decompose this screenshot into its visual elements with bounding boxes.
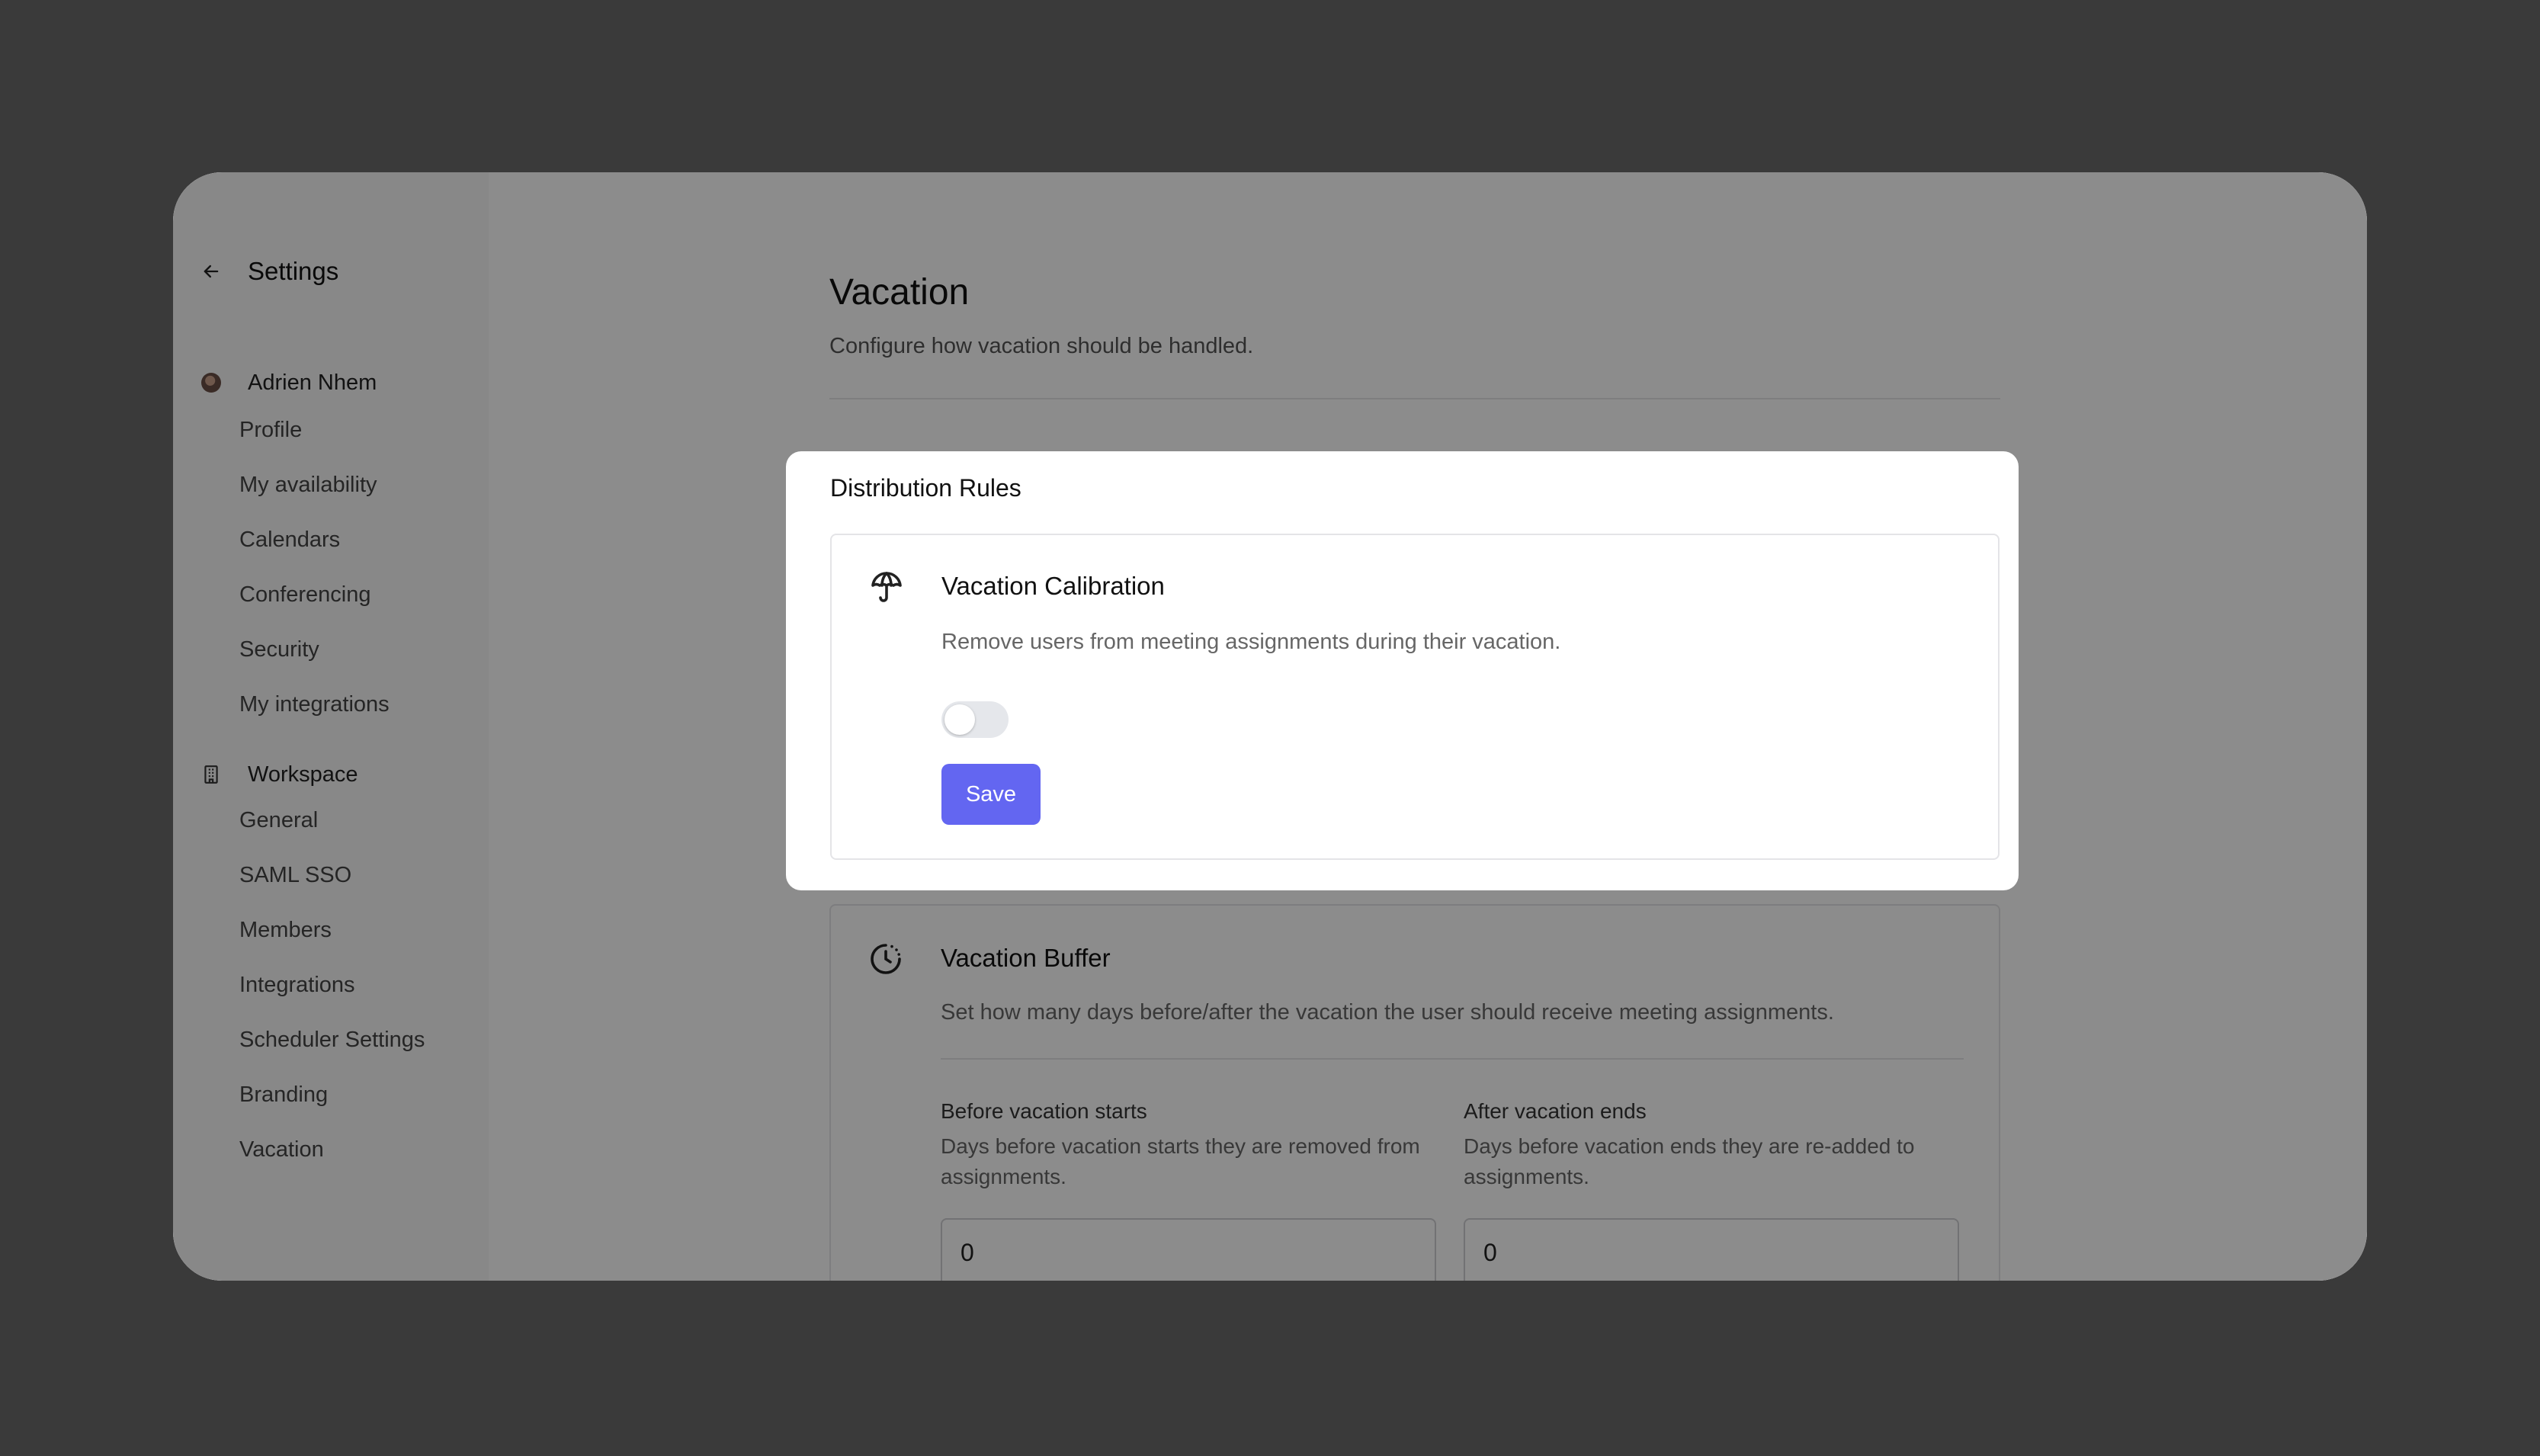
save-button[interactable]: Save (941, 764, 1041, 825)
distribution-rules-modal: Distribution Rules Vacation Calibration … (786, 451, 2019, 890)
umbrella-icon (868, 569, 905, 605)
modal-title: Distribution Rules (830, 474, 1021, 502)
vacation-calibration-title: Vacation Calibration (941, 572, 1165, 600)
toggle-knob (944, 704, 975, 735)
vacation-calibration-card: Vacation Calibration Remove users from m… (830, 534, 2000, 860)
vacation-calibration-description: Remove users from meeting assignments du… (941, 630, 1561, 654)
vacation-calibration-toggle[interactable] (941, 701, 1009, 738)
